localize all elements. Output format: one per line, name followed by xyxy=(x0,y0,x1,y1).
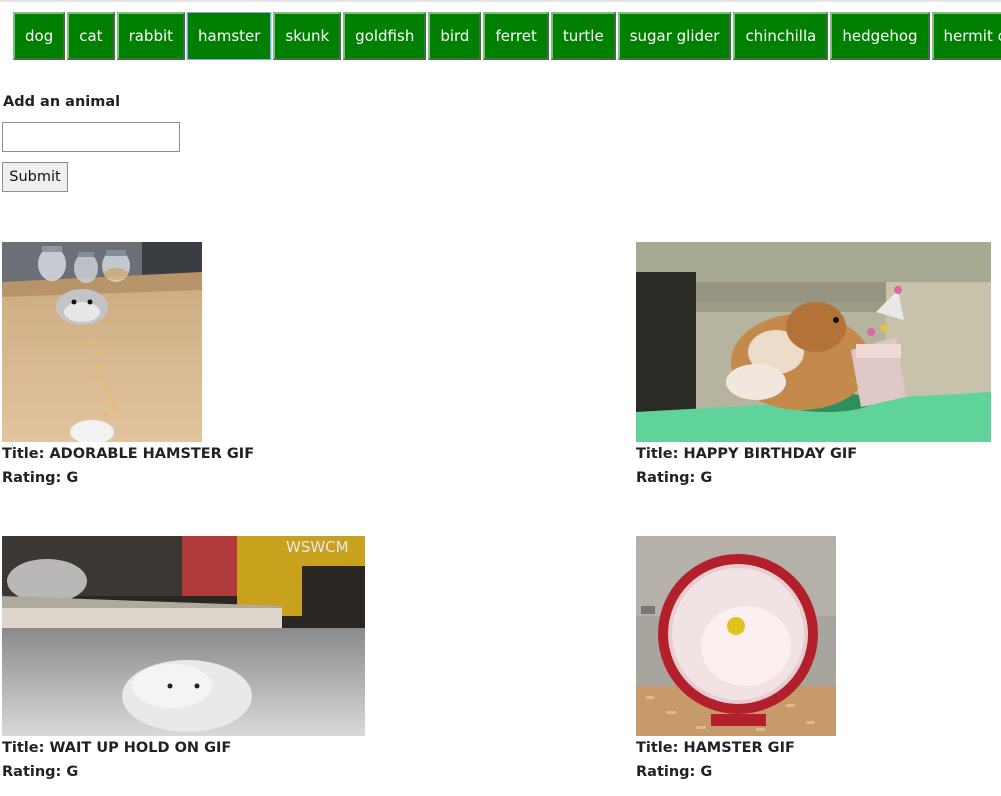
animal-button-hamster[interactable]: hamster xyxy=(186,12,273,60)
animal-input[interactable] xyxy=(2,122,180,152)
gif-rating: Rating: G xyxy=(2,764,79,780)
gif-title: Title: HAPPY BIRTHDAY GIF xyxy=(636,446,858,462)
add-animal-label: Add an animal xyxy=(3,94,121,110)
gif-card: WSWCM Title: WAIT UP HOLD ON GIF Rating:… xyxy=(2,536,365,784)
page-top-border xyxy=(0,0,1001,2)
gif-title: Title: ADORABLE HAMSTER GIF xyxy=(2,446,255,462)
gif-rating: Rating: G xyxy=(2,470,79,486)
submit-button[interactable]: Submit xyxy=(2,162,68,192)
animal-button-sugar-glider[interactable]: sugar glider xyxy=(617,12,732,60)
gif-rating: Rating: G xyxy=(636,764,713,780)
animal-button-dog[interactable]: dog xyxy=(13,12,66,60)
animal-button-skunk[interactable]: skunk xyxy=(273,12,342,60)
gif-card: Title: HAMSTER GIF Rating: G xyxy=(636,536,836,784)
wswcm-watermark: WSWCM xyxy=(286,538,349,556)
gif-image[interactable] xyxy=(2,242,202,442)
gif-card: Title: HAPPY BIRTHDAY GIF Rating: G xyxy=(636,242,991,490)
animal-button-bird[interactable]: bird xyxy=(428,12,482,60)
animal-button-goldfish[interactable]: goldfish xyxy=(343,12,427,60)
animal-button-hermit-crab[interactable]: hermit crab xyxy=(931,12,1001,60)
animal-button-bar: dog cat rabbit hamster skunk goldfish bird ferr… xyxy=(13,12,1001,60)
gif-title: Title: WAIT UP HOLD ON GIF xyxy=(2,740,232,756)
animal-button-rabbit[interactable]: rabbit xyxy=(116,12,186,60)
gif-image[interactable] xyxy=(636,242,991,442)
animal-button-ferret[interactable]: ferret xyxy=(483,12,549,60)
gif-rating: Rating: G xyxy=(636,470,713,486)
animal-button-turtle[interactable]: turtle xyxy=(550,12,616,60)
gif-image[interactable]: WSWCM xyxy=(2,536,365,736)
gif-card: Title: ADORABLE HAMSTER GIF Rating: G xyxy=(2,242,254,490)
gif-image[interactable] xyxy=(636,536,836,736)
gif-title: Title: HAMSTER GIF xyxy=(636,740,795,756)
animal-button-chinchilla[interactable]: chinchilla xyxy=(733,12,829,60)
animal-button-hedgehog[interactable]: hedgehog xyxy=(830,12,930,60)
animal-button-cat[interactable]: cat xyxy=(67,12,115,60)
